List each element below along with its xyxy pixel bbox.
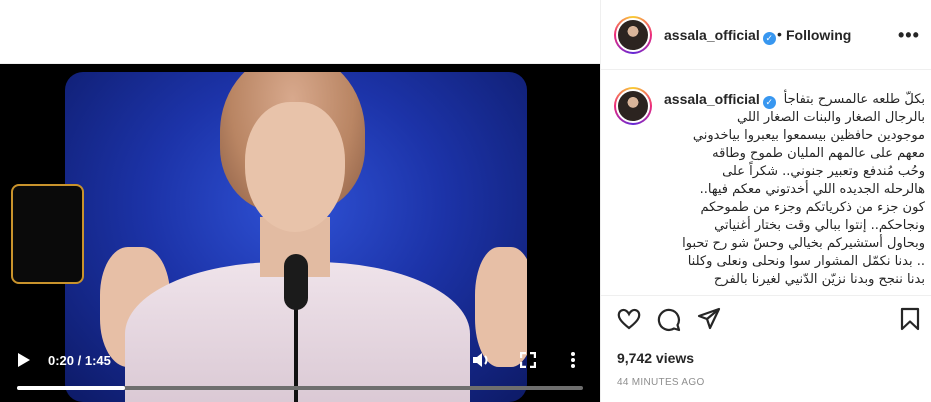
video-time: 0:20 / 1:45 [48, 353, 111, 368]
progress-bar[interactable] [17, 386, 583, 390]
header-username-group: assala_official ✓ [664, 27, 776, 45]
microphone [284, 254, 308, 310]
verified-badge-icon: ✓ [762, 32, 776, 45]
caption-line: .. بدنا نكمّل المشوار سوا ونحلى ونعلى وك… [687, 254, 925, 269]
time-separator: / [74, 353, 85, 368]
heart-icon[interactable] [616, 306, 642, 332]
more-options-icon[interactable]: ••• [898, 25, 920, 46]
header-username[interactable]: assala_official [664, 27, 760, 43]
play-icon[interactable] [18, 353, 30, 367]
video-thumbnail-overlay [11, 184, 84, 284]
caption-area: بكلّ طلعه عالمسرح بتفاجأ بالرجال الصغار … [601, 71, 931, 296]
caption-line: موجودين حافظين بيسمعوا بيعبروا بياخدوني [692, 128, 925, 143]
instagram-post: 0:20 / 1:45 assala_official ✓ • Following [0, 0, 931, 402]
video-controls: 0:20 / 1:45 [0, 338, 600, 402]
caption-line: بدنا ننجح وبدنا نزيّن الدّنيي لغيرنا بال… [713, 272, 925, 287]
progress-fill [17, 386, 125, 390]
volume-icon[interactable] [472, 352, 490, 368]
bookmark-icon[interactable] [897, 306, 923, 332]
following-button[interactable]: Following [786, 27, 851, 43]
more-vertical-icon[interactable] [570, 351, 576, 369]
caption-username-group: assala_official ✓ [664, 91, 776, 109]
avatar[interactable] [614, 16, 652, 54]
post-side-panel: assala_official ✓ • Following ••• بكلّ طل… [600, 0, 931, 402]
caption-line: وبحاول أستشيركم بخيالي وحسّ شو رح تحبوا [682, 236, 925, 251]
duration: 1:45 [84, 353, 111, 368]
caption-line: معهم على عالمهم المليان طموح وطاقه [712, 146, 925, 161]
caption-username[interactable]: assala_official [664, 91, 760, 107]
post-timestamp[interactable]: 44 MINUTES AGO [617, 377, 705, 388]
caption-text: بكلّ طلعه عالمسرح بتفاجأ بالرجال الصغار … [609, 91, 925, 289]
singer-face [245, 102, 345, 232]
current-time: 0:20 [48, 353, 75, 368]
caption-line: ونجاحكم.. إنتوا ببالي وقت بختار أغنياتي [714, 218, 925, 233]
media-top-bar [0, 0, 600, 64]
view-count[interactable]: 9,742 views [617, 350, 694, 366]
share-icon[interactable] [696, 306, 722, 332]
verified-badge-icon: ✓ [762, 96, 776, 109]
post-header: assala_official ✓ • Following ••• [601, 0, 931, 70]
caption-line: هالرحله الجديده اللي أخدتوني معكم فيها.. [699, 182, 925, 197]
action-bar [601, 306, 931, 336]
header-separator: • [777, 26, 782, 42]
caption-line: كون جزء من ذكرياتكم وجزء من طموحكم [700, 200, 925, 215]
comment-icon[interactable] [656, 306, 682, 332]
fullscreen-icon[interactable] [520, 352, 536, 368]
video-player[interactable]: 0:20 / 1:45 [0, 64, 600, 402]
caption-line: وحُب مُندفع وتعبير جنوني.. شكراً على [722, 164, 925, 179]
caption-line: بالرجال الصغار والبنات الصغار اللي [736, 110, 925, 125]
